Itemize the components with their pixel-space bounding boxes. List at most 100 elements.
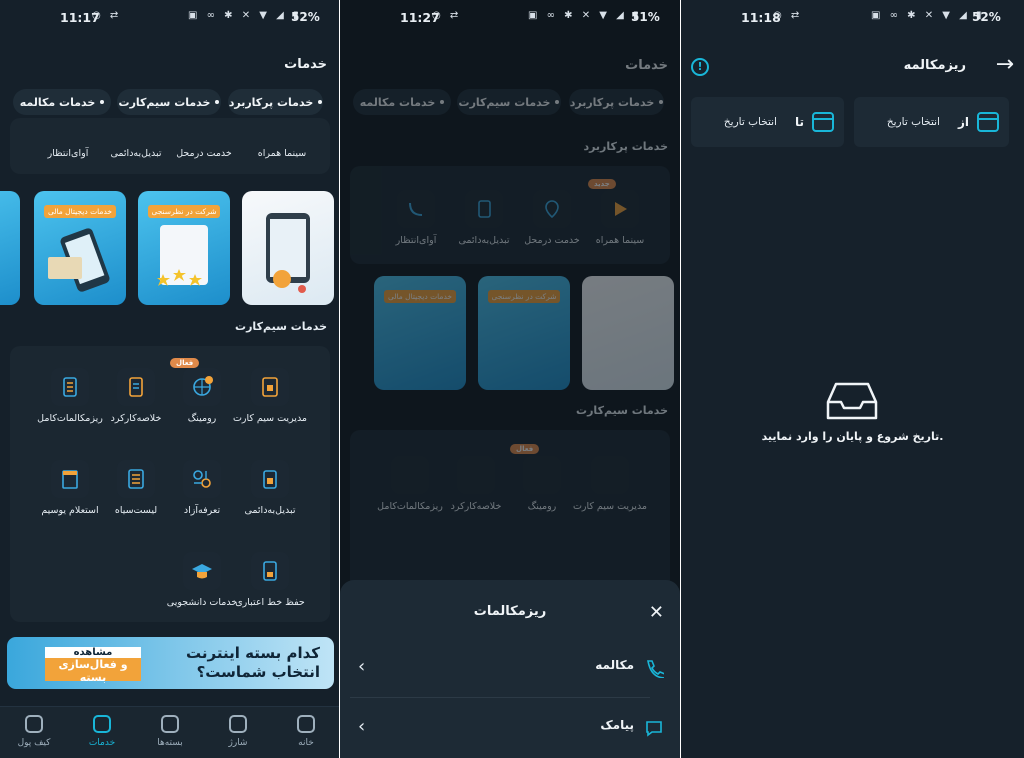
service-convert-permanent-sim[interactable]: تبدیل‌به‌دائمی <box>230 460 310 516</box>
service-label: تبدیل‌به‌دائمی <box>110 148 162 159</box>
chip-label: خدمات پرکاربرد <box>228 95 314 109</box>
sim-card-icon <box>251 368 289 406</box>
nav-label: بسته‌ها <box>157 738 183 748</box>
service-label: ریزمکالمات‌کامل <box>377 501 443 512</box>
nav-charge[interactable]: شارژ <box>208 715 268 748</box>
banner-address[interactable] <box>242 191 334 305</box>
status-bar: 11:17 ○ ⇄ ▣ ∞ ✱ ✕ ▼ ◢ ▮ 52% <box>0 10 339 32</box>
status-notification-icons: ○ ⇄ <box>92 10 122 21</box>
services-screen-with-sheet: 11:27 ○ ⇄ ▣ ∞ ✱ ✕ ▼ ◢ ▮ 51% خدمات خدمات … <box>340 0 680 758</box>
sim-services-card: فعال مدیریت سیم کارت رومینگ خلاصه‌کارکرد… <box>10 346 330 622</box>
service-convert-permanent[interactable]: تبدیل‌به‌دائمی <box>96 122 176 159</box>
sheet-title: ریزمکالمات <box>473 604 547 619</box>
service-label: سینما همراه <box>595 235 645 246</box>
nav-wallet[interactable]: کیف پول <box>4 715 64 748</box>
empty-state-message: تاریخ شروع و پایان را وارد نمایید. <box>761 430 944 443</box>
chip-dot-icon <box>555 100 560 104</box>
service-student[interactable]: خدمات دانشجویی <box>162 552 242 608</box>
banner-partial[interactable] <box>0 191 20 305</box>
chip-call-services[interactable]: خدمات مکالمه <box>13 89 111 115</box>
close-icon[interactable]: ✕ <box>649 602 664 623</box>
promo-cta-top: مشاهده <box>45 647 141 658</box>
status-system-icons: ▣ ∞ ✱ ✕ ▼ ◢ ▮ <box>528 10 642 21</box>
service-label: تبدیل‌به‌دائمی <box>244 505 296 516</box>
globe-icon <box>183 368 221 406</box>
sim-keep-icon <box>251 552 289 590</box>
service-label: خدمت درمحل <box>176 148 232 159</box>
phone-list-icon <box>117 368 155 406</box>
service-onsite[interactable]: خدمت درمحل <box>164 122 244 159</box>
service-label: تبدیل‌به‌دائمی <box>458 235 510 246</box>
promo-line-1: کدام بسته اینترنت <box>186 644 320 662</box>
nav-packages[interactable]: بسته‌ها <box>140 715 200 748</box>
nav-label: خانه <box>298 738 314 748</box>
promo-headline: کدام بسته اینترنت انتخاب شماست؟ <box>186 644 320 682</box>
chip-dot-icon <box>215 100 220 104</box>
service-cinema: سینما همراه <box>580 190 660 246</box>
to-date-value: انتخاب تاریخ <box>723 116 777 128</box>
service-label: مدیریت سیم کارت <box>572 501 648 512</box>
status-bar: 11:27 ○ ⇄ ▣ ∞ ✱ ✕ ▼ ◢ ▮ 51% <box>340 10 680 32</box>
from-date-picker[interactable]: انتخاب تاریخ از <box>854 97 1009 147</box>
service-label: خدمت درمحل <box>524 235 580 246</box>
status-battery: 52% <box>291 10 320 24</box>
service-onsite: خدمت درمحل <box>512 190 592 246</box>
service-cinema[interactable]: سینما همراه <box>242 122 322 159</box>
service-label: ریزمکالمات‌کامل <box>37 413 103 424</box>
nav-home[interactable]: خانه <box>276 715 336 748</box>
nav-services[interactable]: خدمات <box>72 715 132 748</box>
banner-digital-finance: خدمات دیجیتال مالی <box>374 276 466 390</box>
to-date-picker[interactable]: انتخاب تاریخ تا <box>691 97 844 147</box>
status-notification-icons: ○ ⇄ <box>432 10 462 21</box>
bottom-nav: خانه شارژ بسته‌ها خدمات کیف پول <box>0 706 339 758</box>
graduation-cap-icon <box>183 552 221 590</box>
internet-package-promo[interactable]: کدام بسته اینترنت انتخاب شماست؟ مشاهده و ف… <box>7 637 334 689</box>
status-bar: 11:18 ○ ⇄ ▣ ∞ ✱ ✕ ▼ ◢ ▮ 52% <box>681 10 1024 32</box>
from-label: از <box>957 115 969 129</box>
message-icon <box>646 721 662 737</box>
page-title: خدمات <box>284 57 327 72</box>
banner-tag: شرکت در نظرسنجی <box>148 205 220 218</box>
banner-tag: خدمات دیجیتال مالی <box>384 290 456 303</box>
empty-inbox-icon <box>826 382 878 420</box>
chip-popular-services[interactable]: خدمات پرکاربرد <box>228 89 323 115</box>
banner-survey[interactable]: شرکت در نظرسنجی <box>138 191 230 305</box>
service-label: حفظ خط اعتباری <box>235 597 305 608</box>
document-list-icon <box>391 456 429 494</box>
banner-digital-finance[interactable]: خدمات دیجیتال مالی <box>34 191 126 305</box>
service-keep-prepaid-line[interactable]: حفظ خط اعتباری <box>230 552 310 608</box>
home-icon <box>297 715 315 733</box>
call-details-screen: 11:18 ○ ⇄ ▣ ∞ ✱ ✕ ▼ ◢ ▮ 52% ! ریزمکالمه … <box>681 0 1024 758</box>
sheet-row-sms[interactable]: پیامک ‹ <box>350 700 662 758</box>
sheet-row-calls[interactable]: مکالمه ‹ <box>350 640 664 698</box>
sim-convert-icon <box>251 460 289 498</box>
checklist-icon <box>117 460 155 498</box>
sim-card-icon <box>591 456 629 494</box>
service-convert-permanent: تبدیل‌به‌دائمی <box>444 190 524 246</box>
active-badge: فعال <box>510 444 540 454</box>
section-title-popular: خدمات پرکاربرد <box>583 140 668 153</box>
chip-label: خدمات مکالمه <box>359 95 436 109</box>
section-title-sim: خدمات سیم‌کارت <box>576 404 668 417</box>
service-ringback[interactable]: آوای‌انتظار <box>28 122 108 159</box>
service-sim-management[interactable]: مدیریت سیم کارت <box>230 368 310 424</box>
chip-sim-services: خدمات سیم‌کارت <box>457 89 561 115</box>
banner-address-illustration <box>266 213 310 293</box>
banner-tag: خدمات دیجیتال مالی <box>44 205 116 218</box>
service-label: مدیریت سیم کارت <box>232 413 308 424</box>
chip-label: خدمات سیم‌کارت <box>458 95 551 109</box>
service-usim-inquiry[interactable]: استعلام یوسیم <box>30 460 110 516</box>
new-badge: جدید <box>588 179 616 189</box>
arrow-right-icon[interactable]: → <box>996 52 1014 77</box>
page-title: ریزمکالمه <box>903 58 966 73</box>
chip-sim-services[interactable]: خدمات سیم‌کارت <box>117 89 221 115</box>
nav-label: کیف پول <box>17 738 51 748</box>
phone-list-icon <box>457 456 495 494</box>
promo-cta-button[interactable]: مشاهده و فعال‌سازی بسته <box>45 647 141 684</box>
info-icon[interactable]: ! <box>691 58 709 76</box>
service-full-call-details[interactable]: ریزمکالمات‌کامل <box>30 368 110 424</box>
service-label: خدمات دانشجویی <box>166 597 238 608</box>
chip-dot-icon <box>100 100 105 104</box>
chip-dot-icon <box>318 100 323 104</box>
usim-icon <box>51 460 89 498</box>
